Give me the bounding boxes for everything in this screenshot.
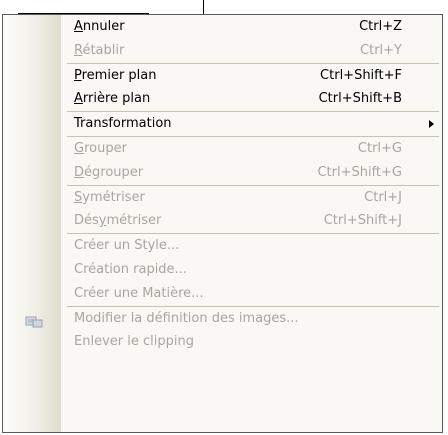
submenu-arrow-icon: [429, 120, 434, 129]
menu-item-shortcut: Ctrl+Shift+F: [320, 67, 402, 83]
menu-item-label: Créer une Matière...: [74, 285, 204, 301]
menu-item-desymetriser[interactable]: Désymétriser Ctrl+Shift+J: [3, 209, 442, 233]
menu-item-shortcut: Ctrl+J: [364, 189, 402, 205]
menu-item-label: Symétriser: [74, 189, 145, 205]
menu-item-symetriser[interactable]: Symétriser Ctrl+J: [3, 186, 442, 210]
menu-item-shortcut: Ctrl+Shift+B: [318, 91, 402, 107]
menu-item-label: Création rapide...: [74, 261, 187, 277]
menu-item-label: Premier plan: [74, 67, 157, 83]
menu-item-label: Rétablir: [74, 42, 125, 58]
menu-item-shortcut: Ctrl+Z: [359, 19, 402, 34]
menu-item-arriere-plan[interactable]: Arrière plan Ctrl+Shift+B: [3, 87, 442, 111]
menu-item-shortcut: Ctrl+Shift+G: [317, 164, 402, 180]
menu-item-shortcut: Ctrl+G: [357, 140, 402, 156]
menu-item-grouper[interactable]: Grouper Ctrl+G: [3, 137, 442, 161]
menu-item-label: Grouper: [74, 140, 127, 156]
menu-item-label: Enlever le clipping: [74, 334, 194, 350]
menu-item-enlever-clipping[interactable]: Enlever le clipping: [3, 330, 442, 354]
menu-item-shortcut: Ctrl+Y: [360, 42, 402, 58]
menu-item-retablir[interactable]: Rétablir Ctrl+Y: [3, 39, 442, 63]
menu-item-label: Créer un Style...: [74, 238, 180, 254]
menu-item-modifier-images[interactable]: Modifier la définition des images...: [3, 307, 442, 331]
menu-item-annuler[interactable]: Annuler Ctrl+Z: [3, 15, 442, 39]
menu-item-shortcut: Ctrl+Shift+J: [323, 213, 402, 229]
menu-item-transformation[interactable]: Transformation: [3, 112, 442, 136]
menu-item-label: Désymétriser: [74, 213, 162, 229]
menu-item-label: Annuler: [74, 19, 125, 34]
menu-item-creer-matiere[interactable]: Créer une Matière...: [3, 282, 442, 306]
menu-item-label: Dégrouper: [74, 164, 144, 180]
menu-item-creer-style[interactable]: Créer un Style...: [3, 234, 442, 258]
menu-item-creation-rapide[interactable]: Création rapide...: [3, 258, 442, 282]
menu-item-premier-plan[interactable]: Premier plan Ctrl+Shift+F: [3, 64, 442, 88]
context-menu: Annuler Ctrl+Z Rétablir Ctrl+Y Premier p…: [2, 14, 443, 433]
menu-item-degrouper[interactable]: Dégrouper Ctrl+Shift+G: [3, 161, 442, 185]
image-edit-icon: [25, 313, 43, 328]
menu-item-label: Modifier la définition des images...: [74, 310, 299, 326]
menu-item-label: Transformation: [74, 116, 172, 132]
menu-item-label: Arrière plan: [74, 91, 151, 107]
